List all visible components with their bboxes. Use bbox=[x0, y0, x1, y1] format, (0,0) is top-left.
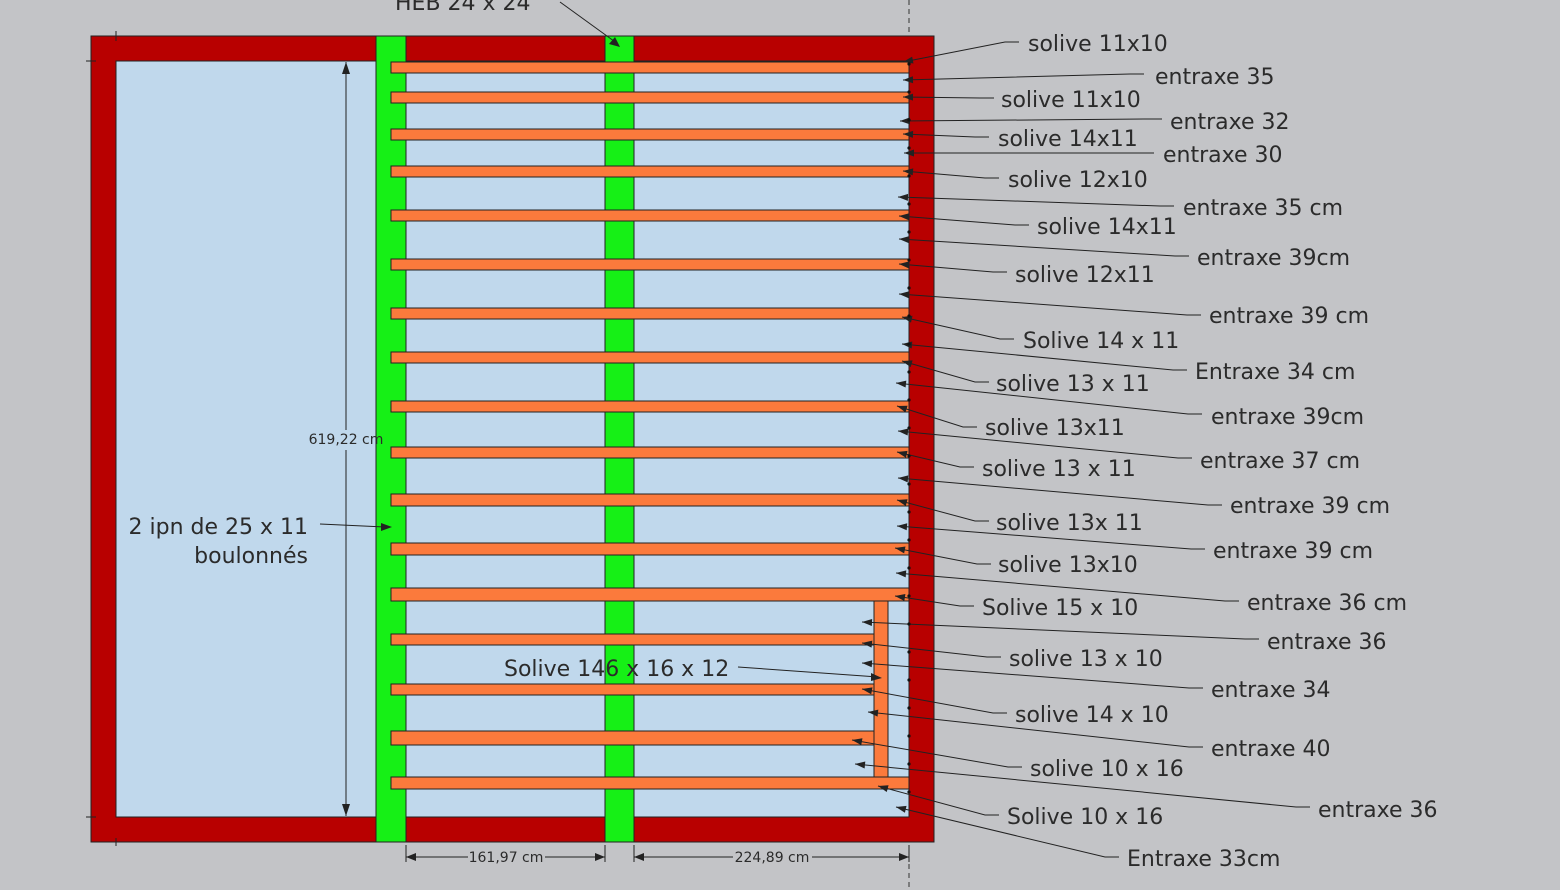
callout-label: entraxe 37 cm bbox=[1200, 449, 1360, 474]
heb-beam bbox=[604, 35, 635, 843]
trimmer-label: Solive 146 x 16 x 12 bbox=[504, 657, 729, 682]
reference-dot bbox=[907, 90, 911, 94]
callout-label: Solive 14 x 11 bbox=[1023, 329, 1179, 354]
joist bbox=[390, 258, 910, 271]
callout-label: solive 11x10 bbox=[1001, 88, 1141, 113]
reference-dot bbox=[907, 706, 911, 710]
reference-dot bbox=[907, 146, 911, 150]
joist bbox=[390, 683, 875, 696]
callout-label: solive 14x11 bbox=[1037, 215, 1177, 240]
reference-dot bbox=[907, 454, 911, 458]
joist bbox=[390, 493, 910, 507]
reference-dot bbox=[907, 370, 911, 374]
callout-label: entraxe 39 cm bbox=[1209, 304, 1369, 329]
callout-label: solive 11x10 bbox=[1028, 32, 1168, 57]
reference-dot bbox=[907, 398, 911, 402]
callout-label: solive 13 x 10 bbox=[1009, 647, 1163, 672]
reference-dot bbox=[907, 734, 911, 738]
callout-label: solive 14x11 bbox=[998, 127, 1138, 152]
reference-dot bbox=[907, 314, 911, 318]
reference-dot bbox=[907, 650, 911, 654]
reference-dot bbox=[907, 286, 911, 290]
joist bbox=[390, 209, 910, 222]
reference-dot bbox=[907, 678, 911, 682]
reference-dot bbox=[907, 258, 911, 262]
floor-plan-drawing: 619,22 cm 161,97 cm 224,89 cm HEB 24 x 2… bbox=[86, 0, 1438, 890]
joist bbox=[390, 446, 910, 459]
reference-dot bbox=[907, 202, 911, 206]
joist bbox=[390, 351, 910, 364]
joist bbox=[390, 91, 910, 104]
vertical-dimension-label: 619,22 cm bbox=[309, 432, 384, 448]
joist bbox=[390, 165, 910, 178]
callout-label: Entraxe 33cm bbox=[1127, 847, 1280, 872]
joist bbox=[390, 776, 910, 790]
callouts: solive 11x10 entraxe 35 solive 11x10 ent… bbox=[982, 32, 1438, 872]
callout-label: solive 14 x 10 bbox=[1015, 703, 1169, 728]
leader-line bbox=[897, 477, 1222, 506]
right-span-label: 224,89 cm bbox=[735, 850, 810, 866]
leader-line bbox=[898, 238, 1189, 257]
callout-label: Entraxe 34 cm bbox=[1195, 360, 1355, 385]
leader-line bbox=[899, 118, 1162, 122]
reference-dot bbox=[907, 538, 911, 542]
callout-label: Solive 15 x 10 bbox=[982, 596, 1138, 621]
leader-line bbox=[897, 196, 1174, 207]
callout-label: solive 13 x 11 bbox=[982, 457, 1136, 482]
callout-label: solive 13x11 bbox=[985, 416, 1125, 441]
callout-label: entraxe 36 bbox=[1267, 630, 1387, 655]
callout-label: Solive 10 x 16 bbox=[1007, 805, 1163, 830]
callout-label: entraxe 32 bbox=[1170, 110, 1290, 135]
callout-label: entraxe 35 cm bbox=[1183, 196, 1343, 221]
reference-dot bbox=[907, 62, 911, 66]
joist bbox=[390, 542, 910, 556]
reference-dot bbox=[907, 342, 911, 346]
reference-dot bbox=[907, 174, 911, 178]
callout-label: solive 13x 11 bbox=[996, 511, 1143, 536]
reference-dot bbox=[907, 510, 911, 514]
callout-label: entraxe 34 bbox=[1211, 678, 1331, 703]
leader-line bbox=[902, 73, 1144, 81]
leader-line bbox=[898, 293, 1201, 316]
callout-label: solive 13 x 11 bbox=[996, 372, 1150, 397]
joist bbox=[390, 307, 910, 320]
reference-dot bbox=[907, 118, 911, 122]
joist bbox=[390, 730, 875, 746]
callout-label: entraxe 39cm bbox=[1197, 246, 1350, 271]
callout-label: entraxe 36 bbox=[1318, 798, 1438, 823]
joist bbox=[390, 400, 910, 413]
joist bbox=[390, 587, 910, 602]
callout-label: entraxe 30 bbox=[1163, 143, 1283, 168]
joist bbox=[390, 61, 910, 74]
trimmer-joist bbox=[873, 600, 889, 778]
reference-dot bbox=[907, 566, 911, 570]
reference-dot bbox=[907, 762, 911, 766]
callout-label: entraxe 39 cm bbox=[1213, 539, 1373, 564]
callout-label: entraxe 40 bbox=[1211, 737, 1331, 762]
callout-label: solive 10 x 16 bbox=[1030, 757, 1184, 782]
reference-dot bbox=[907, 426, 911, 430]
heb-label: HEB 24 x 24 bbox=[395, 0, 531, 16]
ipn-label-line1: 2 ipn de 25 x 11 bbox=[129, 515, 309, 540]
reference-dot bbox=[907, 230, 911, 234]
callout-label: solive 12x10 bbox=[1008, 168, 1148, 193]
reference-dot bbox=[907, 622, 911, 626]
left-span-label: 161,97 cm bbox=[469, 850, 544, 866]
callout-label: solive 13x10 bbox=[998, 553, 1138, 578]
reference-dot bbox=[907, 482, 911, 486]
reference-dot bbox=[907, 594, 911, 598]
callout-label: entraxe 36 cm bbox=[1247, 591, 1407, 616]
joist bbox=[390, 633, 875, 646]
joist bbox=[390, 128, 910, 141]
reference-dot bbox=[907, 790, 911, 794]
callout-label: solive 12x11 bbox=[1015, 263, 1155, 288]
callout-label: entraxe 39cm bbox=[1211, 405, 1364, 430]
callout-label: entraxe 35 bbox=[1155, 65, 1275, 90]
callout-label: entraxe 39 cm bbox=[1230, 494, 1390, 519]
ipn-label-line2: boulonnés bbox=[194, 544, 308, 569]
